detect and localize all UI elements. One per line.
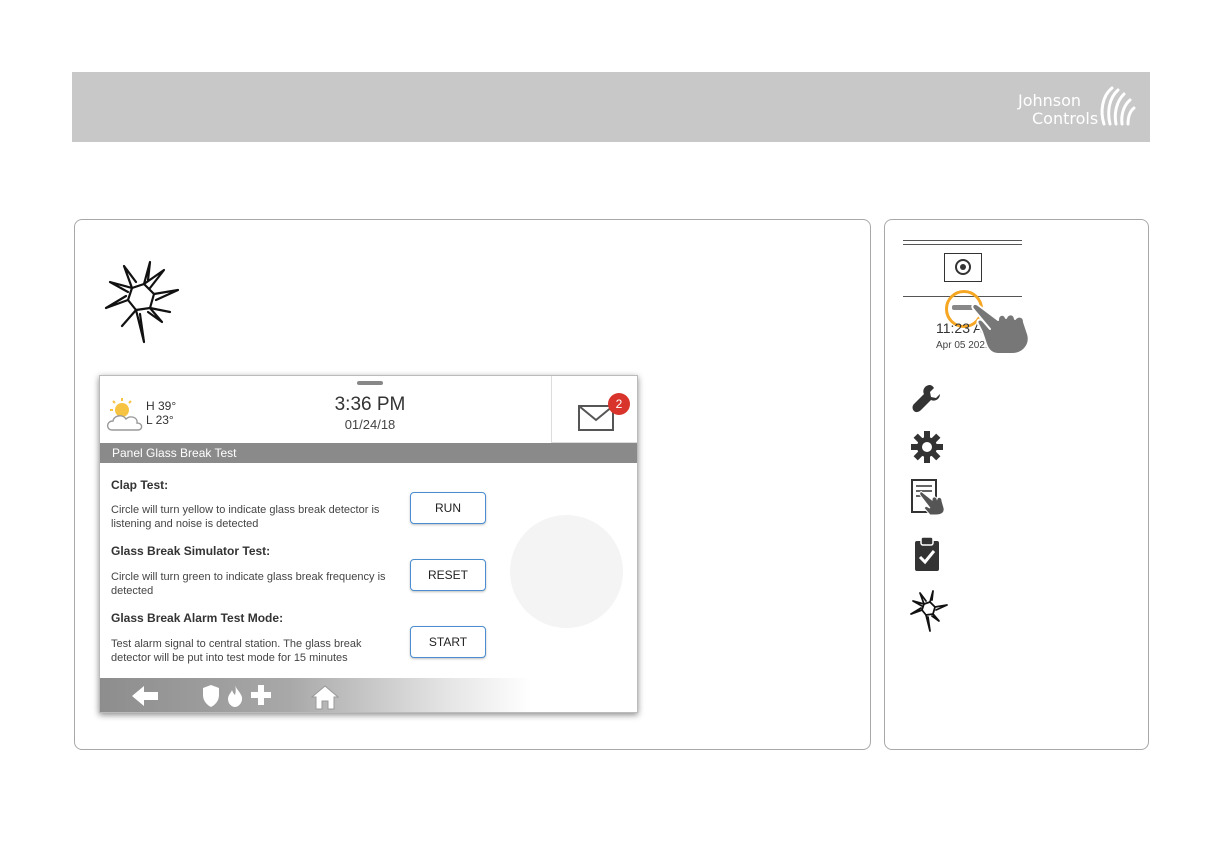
reset-button[interactable]: RESET <box>410 559 486 591</box>
simulator-test-title: Glass Break Simulator Test: <box>111 544 271 558</box>
fire-icon[interactable] <box>226 684 244 708</box>
divider <box>903 244 1022 245</box>
weather-widget[interactable]: H 39° L 23° <box>106 398 186 434</box>
partly-cloudy-icon <box>106 398 143 431</box>
brand-line-1: Johnson <box>1018 91 1082 110</box>
divider <box>903 240 1022 241</box>
temp-high: H 39° <box>146 399 177 413</box>
gear-icon[interactable] <box>910 430 944 464</box>
messages-button[interactable]: 2 <box>551 376 637 443</box>
start-button[interactable]: START <box>410 626 486 658</box>
simulator-test-description: Circle will turn green to indicate glass… <box>111 571 386 597</box>
page-title: Panel Glass Break Test <box>112 446 237 460</box>
header-banner: Johnson Controls <box>72 72 1150 142</box>
glass-break-icon <box>104 260 180 344</box>
detector-status-circle <box>510 515 623 628</box>
back-arrow-icon[interactable] <box>130 684 160 708</box>
clap-test-description: Circle will turn yellow to indicate glas… <box>111 504 380 530</box>
alarm-test-title: Glass Break Alarm Test Mode: <box>111 611 284 625</box>
brand-logo: Johnson Controls <box>1016 82 1136 134</box>
run-button[interactable]: RUN <box>410 492 486 524</box>
page-titlebar: Panel Glass Break Test <box>100 443 637 463</box>
temp-low: L 23° <box>146 413 174 427</box>
shield-icon[interactable] <box>202 684 220 708</box>
panel-touch-icon[interactable] <box>910 478 946 516</box>
clock-date: 01/24/18 <box>344 417 396 432</box>
message-count-badge: 2 <box>608 393 630 415</box>
hand-pointer-icon <box>971 302 1030 355</box>
brand-line-2: Controls <box>1032 109 1099 128</box>
glass-break-icon[interactable] <box>910 590 948 632</box>
pull-down-handle[interactable] <box>357 381 383 385</box>
wrench-icon[interactable] <box>910 382 942 414</box>
alarm-test-description: Test alarm signal to central station. Th… <box>111 638 362 664</box>
medical-cross-icon[interactable] <box>250 684 272 706</box>
bottom-nav-bar <box>100 678 637 712</box>
clipboard-check-icon[interactable] <box>910 536 944 572</box>
brand-swirl-icon <box>1100 86 1136 126</box>
panel-screen: H 39° L 23° 3:36 PM 01/24/18 2 Panel Gla… <box>99 375 638 713</box>
clock: 3:36 PM 01/24/18 <box>280 394 460 434</box>
camera-button[interactable] <box>944 253 982 282</box>
clap-test-title: Clap Test: <box>111 478 169 492</box>
home-icon[interactable] <box>310 684 340 710</box>
clock-time: 3:36 PM <box>334 394 406 415</box>
